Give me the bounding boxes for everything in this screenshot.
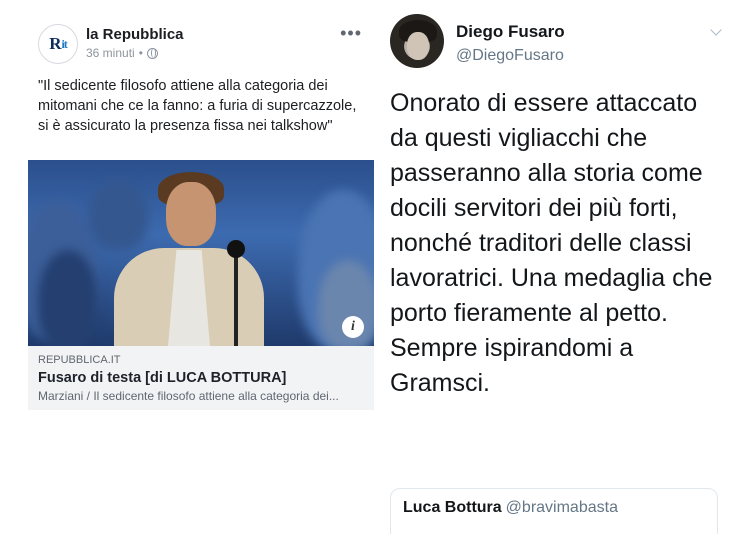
avatar[interactable]	[390, 14, 444, 68]
facebook-post: Rit la Repubblica 36 minuti • ••• "Il se…	[24, 10, 376, 410]
link-domain: REPUBBLICA.IT	[38, 354, 121, 366]
microphone-icon	[227, 240, 245, 258]
globe-icon	[146, 47, 158, 59]
author-handle[interactable]: @DiegoFusaro	[456, 47, 564, 65]
speaker-face	[166, 182, 216, 246]
background-crowd	[88, 180, 148, 250]
info-icon[interactable]: i	[342, 316, 364, 338]
quoted-tweet[interactable]: Luca Bottura @bravimabasta	[390, 488, 718, 534]
tweet: Diego Fusaro @DiegoFusaro Onorato di ess…	[380, 0, 738, 534]
link-preview[interactable]: REPUBBLICA.IT Fusaro di testa [di LUCA B…	[28, 346, 374, 410]
author-name[interactable]: Diego Fusaro	[456, 22, 565, 42]
post-header: Rit la Repubblica 36 minuti • •••	[38, 20, 362, 68]
microphone-stand	[234, 252, 238, 346]
avatar-face	[407, 32, 429, 60]
background-crowd	[38, 250, 98, 346]
logo-letter: R	[49, 34, 61, 53]
page-avatar[interactable]: Rit	[38, 24, 78, 64]
post-meta: 36 minuti •	[86, 46, 158, 60]
chevron-down-icon[interactable]	[710, 24, 722, 36]
quoted-author-handle: @bravimabasta	[505, 499, 618, 516]
link-description: Marziani / Il sedicente filosofo attiene…	[38, 389, 339, 403]
more-options-icon[interactable]: •••	[340, 24, 362, 42]
post-text: "Il sedicente filosofo attiene alla cate…	[38, 78, 357, 134]
meta-separator: •	[138, 46, 143, 60]
quoted-author-name: Luca Bottura	[403, 499, 502, 516]
page-name[interactable]: la Repubblica	[86, 26, 184, 43]
post-time[interactable]: 36 minuti	[86, 46, 135, 60]
link-title: Fusaro di testa [di LUCA BOTTURA]	[38, 370, 287, 386]
logo-suffix: it	[61, 36, 67, 51]
link-preview-image[interactable]: i	[28, 160, 374, 346]
tweet-text: Onorato di essere attaccato da questi vi…	[390, 89, 713, 397]
